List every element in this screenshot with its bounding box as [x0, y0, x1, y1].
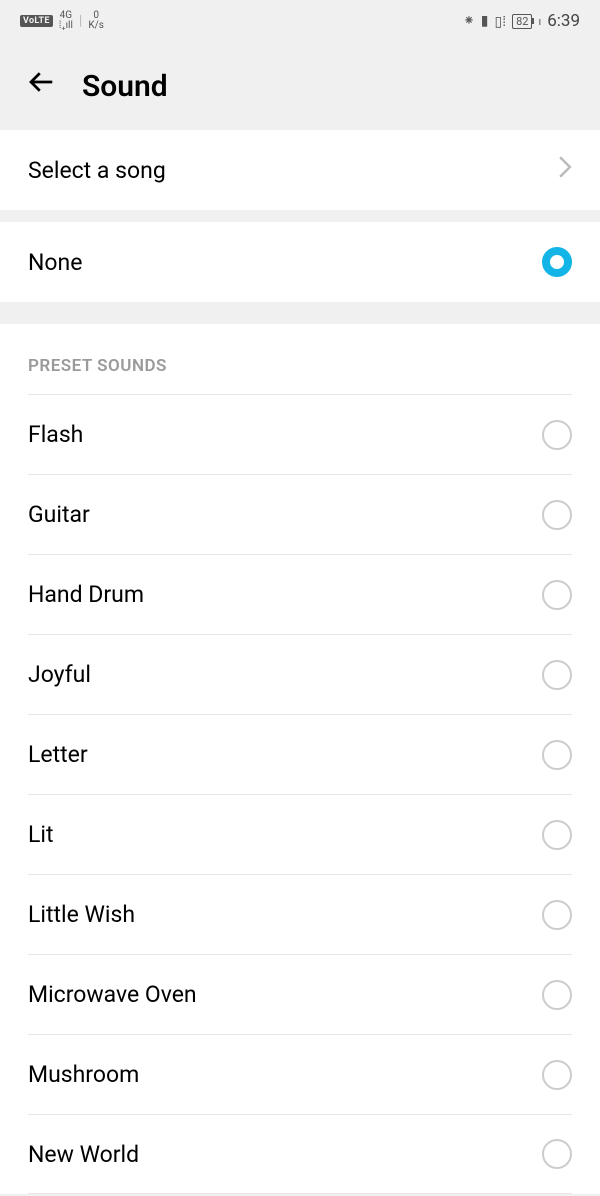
preset-item[interactable]: Letter: [28, 714, 572, 794]
network-indicator: 4G ⁞₊ıll: [59, 11, 73, 31]
preset-item[interactable]: Hand Drum: [28, 554, 572, 634]
status-bar: VoLTE 4G ⁞₊ıll | 0 K/s ⁕ ▮ ▯⁞ 82 ı 6:39: [0, 0, 600, 42]
status-left: VoLTE 4G ⁞₊ıll | 0 K/s: [20, 11, 104, 31]
chevron-right-icon: [558, 156, 572, 184]
preset-list: Flash Guitar Hand Drum Joyful Letter Lit Littl…: [0, 394, 600, 1194]
volte-badge: VoLTE: [20, 15, 53, 27]
preset-item[interactable]: Flash: [28, 394, 572, 474]
none-row[interactable]: None: [0, 222, 600, 302]
preset-item-label: Mushroom: [28, 1061, 139, 1088]
select-song-label: Select a song: [28, 157, 166, 184]
radio-icon: [542, 500, 572, 530]
radio-icon: [542, 1060, 572, 1090]
bluetooth-icon: ⁕: [463, 13, 475, 29]
preset-item-label: Flash: [28, 421, 83, 448]
battery-icon: ▮: [481, 13, 489, 29]
radio-icon: [542, 660, 572, 690]
preset-item[interactable]: Guitar: [28, 474, 572, 554]
radio-selected-icon: [542, 247, 572, 277]
battery-level: 82: [512, 14, 532, 29]
vibrate-icon: ▯⁞: [495, 13, 507, 30]
radio-icon: [542, 900, 572, 930]
preset-item[interactable]: Joyful: [28, 634, 572, 714]
preset-item-label: Hand Drum: [28, 581, 144, 608]
charge-icon: ı: [538, 15, 541, 28]
preset-item-label: Letter: [28, 741, 88, 768]
radio-icon: [542, 1139, 572, 1169]
preset-item-label: Joyful: [28, 661, 91, 688]
page-title: Sound: [82, 69, 168, 104]
none-label: None: [28, 249, 82, 276]
select-song-row[interactable]: Select a song: [0, 130, 600, 210]
preset-item-label: Guitar: [28, 501, 90, 528]
radio-icon: [542, 420, 572, 450]
radio-icon: [542, 580, 572, 610]
preset-item[interactable]: New World: [28, 1114, 572, 1194]
radio-icon: [542, 820, 572, 850]
radio-icon: [542, 980, 572, 1010]
clock: 6:39: [547, 11, 580, 31]
speed-indicator: 0 K/s: [88, 11, 104, 31]
back-arrow-icon[interactable]: [26, 67, 56, 105]
preset-item-label: Little Wish: [28, 901, 135, 928]
preset-item-label: Lit: [28, 821, 54, 848]
preset-section: PRESET SOUNDS Flash Guitar Hand Drum Joyful…: [0, 324, 600, 1194]
status-right: ⁕ ▮ ▯⁞ 82 ı 6:39: [463, 11, 580, 31]
preset-item-label: New World: [28, 1141, 139, 1168]
preset-item[interactable]: Lit: [28, 794, 572, 874]
preset-header: PRESET SOUNDS: [0, 356, 600, 394]
preset-item[interactable]: Little Wish: [28, 874, 572, 954]
app-header: Sound: [0, 42, 600, 130]
radio-icon: [542, 740, 572, 770]
preset-item[interactable]: Mushroom: [28, 1034, 572, 1114]
preset-item-label: Microwave Oven: [28, 981, 197, 1008]
divider-icon: |: [79, 13, 82, 29]
preset-item[interactable]: Microwave Oven: [28, 954, 572, 1034]
